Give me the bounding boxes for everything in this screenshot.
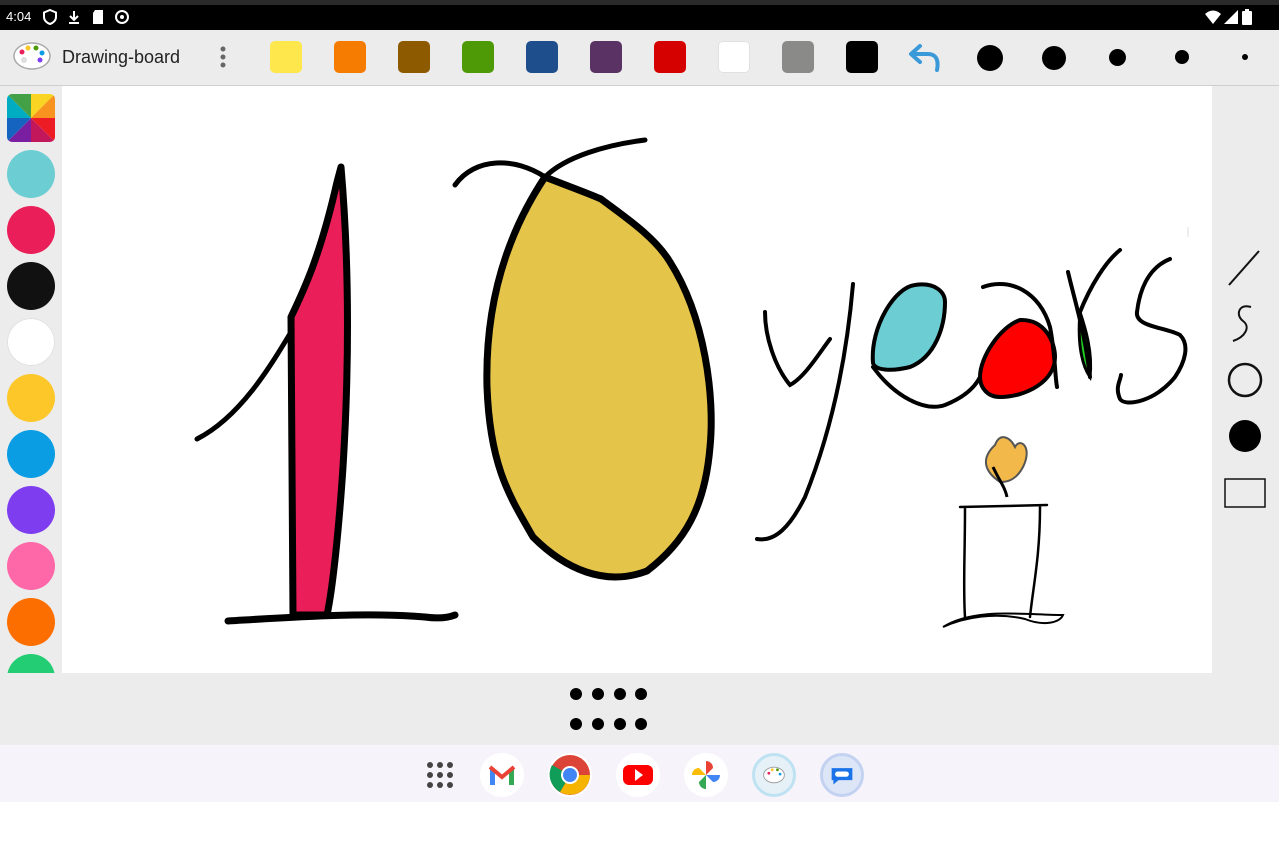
one-fill-shape	[287, 163, 351, 619]
more-vert-icon[interactable]	[214, 44, 232, 70]
shape-tools	[1212, 86, 1279, 673]
e-fill-shape	[870, 282, 948, 372]
gmail-icon[interactable]	[480, 753, 524, 797]
y-tail-stroke	[755, 282, 855, 542]
battery-icon	[1242, 9, 1252, 25]
sd-card-icon	[93, 10, 103, 24]
color-swatch-black[interactable]	[846, 41, 878, 73]
flame-fill-shape	[985, 436, 1028, 484]
palette-color-pink-red[interactable]	[7, 206, 55, 254]
filled-circle-tool-icon[interactable]	[1221, 412, 1269, 460]
e-tail-stroke	[871, 365, 982, 409]
photos-icon[interactable]	[684, 753, 728, 797]
one-base-stroke	[224, 611, 459, 625]
chrome-icon[interactable]	[548, 753, 592, 797]
app-logo-icon	[13, 42, 51, 70]
brush-size-tiny-button[interactable]	[1242, 54, 1248, 60]
wifi-icon	[1205, 10, 1221, 24]
color-swatch-brown[interactable]	[398, 41, 430, 73]
brush-size-xlarge-button[interactable]	[977, 45, 1003, 71]
sync-icon	[115, 10, 129, 24]
rectangle-tool-icon[interactable]	[1221, 468, 1269, 516]
signal-icon	[1224, 10, 1238, 24]
a-fill-shape	[977, 317, 1058, 400]
candle-base-stroke	[942, 612, 1065, 628]
color-swatch-red[interactable]	[654, 41, 686, 73]
screen-bottom-margin	[0, 802, 1279, 853]
palette-color-black[interactable]	[7, 262, 55, 310]
y-stroke	[763, 310, 832, 388]
palette-color-orange[interactable]	[7, 598, 55, 646]
page-indicator	[0, 673, 1279, 745]
color-swatch-green[interactable]	[462, 41, 494, 73]
color-wheel-icon[interactable]	[7, 94, 55, 142]
shield-icon	[43, 9, 57, 25]
status-bar: 4:04	[0, 0, 1279, 30]
color-swatch-white[interactable]	[718, 41, 750, 73]
candle-body-stroke	[958, 503, 1049, 619]
color-swatch-yellow[interactable]	[270, 41, 302, 73]
palette-color-green[interactable]	[7, 654, 55, 673]
freehand-tool-icon[interactable]	[1221, 299, 1269, 347]
drawing-canvas[interactable]	[65, 87, 1211, 672]
clock: 4:04	[6, 9, 32, 24]
color-swatch-blue[interactable]	[526, 41, 558, 73]
youtube-icon[interactable]	[616, 753, 660, 797]
one-flag-stroke	[194, 329, 294, 442]
palette-color-teal[interactable]	[7, 150, 55, 198]
brush-size-large-button[interactable]	[1042, 46, 1066, 70]
color-palette	[0, 86, 62, 673]
toolbar: Drawing-board	[0, 30, 1279, 86]
palette-color-pink[interactable]	[7, 542, 55, 590]
palette-color-amber[interactable]	[7, 374, 55, 422]
circle-outline-tool-icon[interactable]	[1221, 356, 1269, 404]
undo-icon[interactable]	[908, 40, 944, 74]
drawing-board-icon[interactable]	[752, 753, 796, 797]
app-dock	[0, 745, 1279, 802]
brush-size-medium-button[interactable]	[1109, 49, 1126, 66]
app-drawer-icon[interactable]	[418, 753, 462, 797]
download-icon	[69, 11, 79, 24]
color-swatch-gray[interactable]	[782, 41, 814, 73]
color-swatch-orange[interactable]	[334, 41, 366, 73]
r-stroke	[1066, 248, 1122, 379]
app-title: Drawing-board	[62, 47, 181, 67]
palette-color-white[interactable]	[7, 318, 55, 366]
color-swatch-purple[interactable]	[590, 41, 622, 73]
s-stroke	[1115, 257, 1188, 405]
messages-icon[interactable]	[820, 753, 864, 797]
palette-color-violet[interactable]	[7, 486, 55, 534]
line-tool-icon[interactable]	[1221, 243, 1269, 291]
canvas-drawing	[194, 137, 1189, 628]
screen: 4:04 Drawing-board	[0, 0, 1279, 853]
brush-size-small-button[interactable]	[1175, 50, 1189, 64]
zero-fill-shape	[483, 173, 715, 581]
palette-color-sky-blue[interactable]	[7, 430, 55, 478]
